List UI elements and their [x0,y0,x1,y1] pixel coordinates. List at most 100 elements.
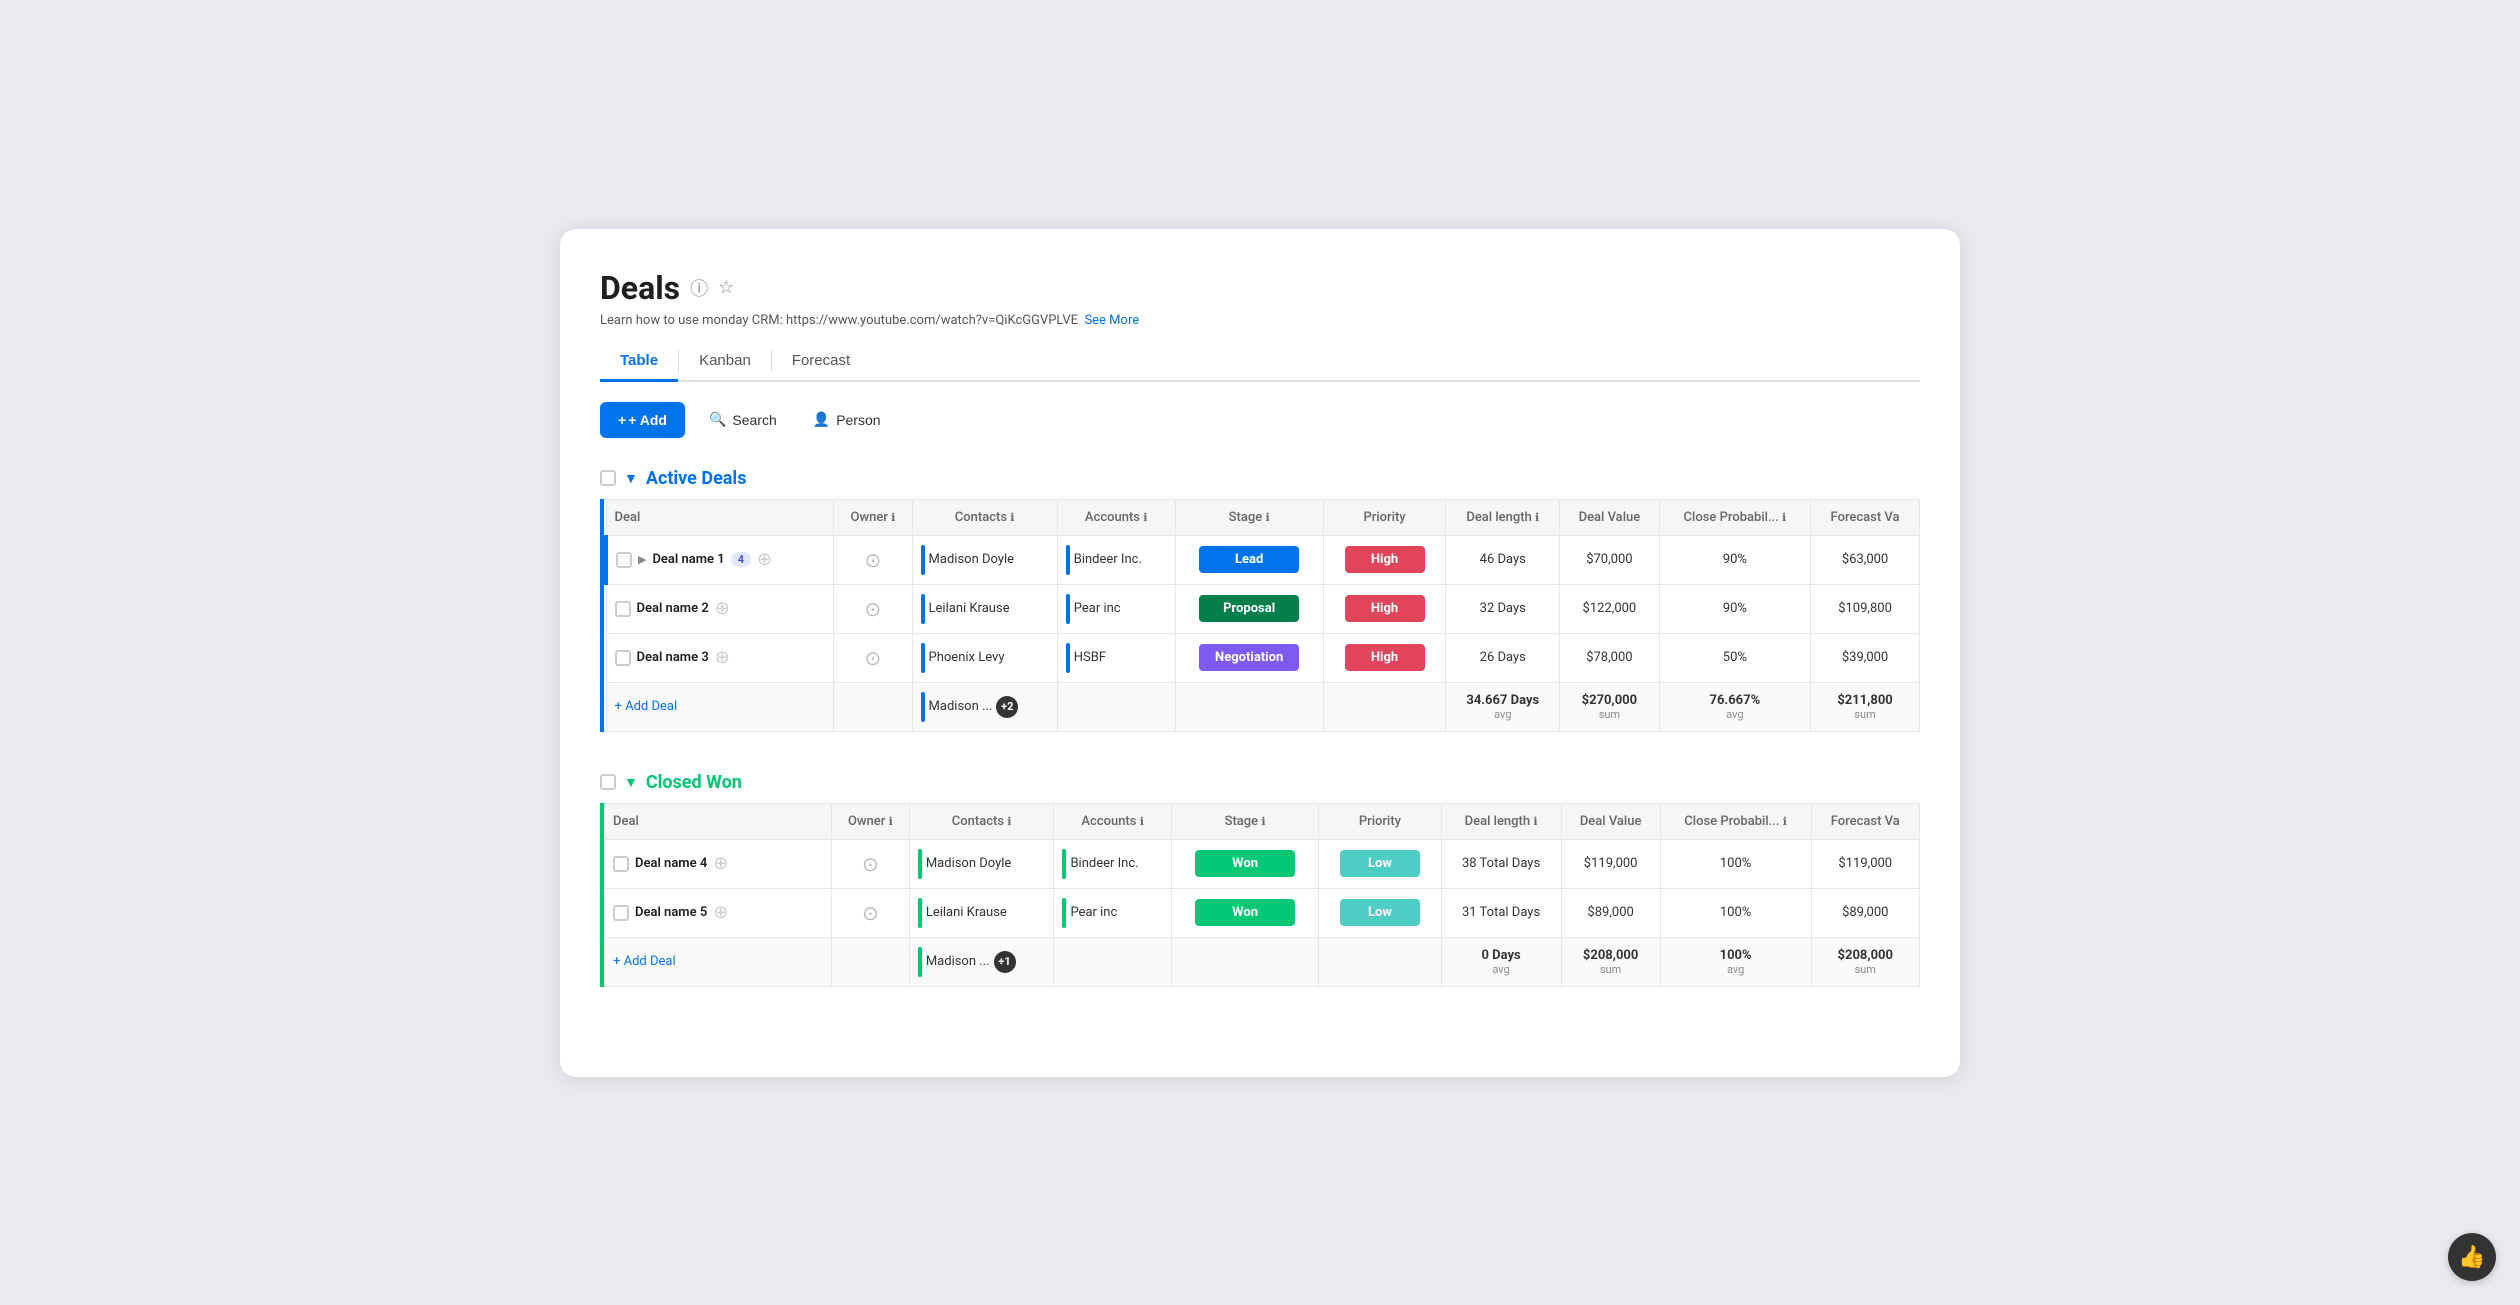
summary-close-prob-cell: 100% avg [1660,937,1811,986]
account-bar [1066,545,1070,575]
summary-accounts-cell [1054,937,1171,986]
add-deal-button[interactable]: + Add Deal [615,699,678,714]
add-contact-icon[interactable]: ⊕ [713,853,728,874]
owner-avatar-icon: ⊙ [862,901,879,925]
summary-close-prob-lbl: avg [1668,708,1802,721]
tab-table[interactable]: Table [600,342,678,382]
search-button[interactable]: 🔍 Search [697,403,789,436]
accounts-cell[interactable]: Pear inc [1054,888,1171,937]
feedback-button[interactable]: 👍 [2448,1233,2496,1281]
deal-cell: Deal name 3 ⊕ [606,633,834,682]
deal-cell: Deal name 2 ⊕ [606,584,834,633]
accounts-cell[interactable]: Pear inc [1057,584,1175,633]
summary-contact-name: Madison ... [929,699,993,714]
active-section-checkbox[interactable] [600,470,616,486]
deal-value-cell: $70,000 [1560,535,1660,584]
star-icon-btn[interactable]: ☆ [718,277,734,298]
deal-value-cell: $122,000 [1560,584,1660,633]
row-checkbox[interactable] [613,856,629,872]
add-contact-icon[interactable]: ⊕ [713,902,728,923]
stage-cell[interactable]: Negotiation [1175,633,1323,682]
deal-name: Deal name 2 [637,601,709,616]
add-contact-icon[interactable]: ⊕ [715,598,730,619]
active-deals-header-row: Deal Owner ℹ Contacts ℹ Accounts ℹ Stage… [606,499,1920,535]
summary-deal-value-lbl: sum [1570,963,1652,976]
owner-cell: ⊙ [834,633,912,682]
closed-section-checkbox[interactable] [600,774,616,790]
stage-cell[interactable]: Won [1171,839,1318,888]
row-expand-icon[interactable]: ▶ [638,553,646,566]
summary-close-prob-lbl: avg [1669,963,1803,976]
summary-deal-length-cell: 34.667 Days avg [1446,682,1560,731]
forecast-val-cell: $119,000 [1811,839,1919,888]
deal-cell: Deal name 5 ⊕ [605,888,832,937]
active-deals-table: Deal Owner ℹ Contacts ℹ Accounts ℹ Stage… [604,499,1920,732]
search-icon: 🔍 [709,411,726,428]
th-accounts: Accounts ℹ [1054,803,1171,839]
tab-kanban[interactable]: Kanban [679,342,771,382]
add-button[interactable]: + + Add [600,402,685,438]
person-filter-button[interactable]: 👤 Person [801,403,893,436]
contacts-cell[interactable]: Phoenix Levy [912,633,1057,682]
add-deal-cell[interactable]: + Add Deal [606,682,834,731]
row-checkbox[interactable] [615,601,631,617]
see-more-link[interactable]: See More [1084,313,1139,328]
forecast-val-cell: $39,000 [1811,633,1920,682]
active-deals-table-wrapper: Deal Owner ℹ Contacts ℹ Accounts ℹ Stage… [600,499,1920,732]
row-checkbox[interactable] [615,650,631,666]
summary-owner-cell [834,682,912,731]
active-chevron-icon[interactable]: ▼ [624,470,638,487]
owner-cell: ⊙ [834,584,912,633]
closed-won-summary-row: + Add Deal Madison ... +1 [605,937,1920,986]
info-icon-btn[interactable]: ⓘ [690,275,708,301]
stage-badge: Won [1195,899,1295,926]
priority-cell[interactable]: High [1323,633,1446,682]
accounts-cell[interactable]: Bindeer Inc. [1054,839,1171,888]
priority-badge: High [1345,546,1425,573]
th-forecast-val: Forecast Va [1811,803,1919,839]
closed-won-section: ▼ Closed Won Deal Owner ℹ Contacts ℹ Acc… [600,772,1920,987]
row-checkbox[interactable] [616,552,632,568]
forecast-val-cell: $109,800 [1811,584,1920,633]
closed-won-table: Deal Owner ℹ Contacts ℹ Accounts ℹ Stage… [604,803,1920,987]
contacts-cell[interactable]: Leilani Krause [909,888,1054,937]
th-owner: Owner ℹ [831,803,909,839]
stage-cell[interactable]: Won [1171,888,1318,937]
add-deal-button[interactable]: + Add Deal [613,954,676,969]
contacts-cell[interactable]: Madison Doyle [912,535,1057,584]
priority-cell[interactable]: Low [1319,839,1441,888]
priority-badge: Low [1340,850,1420,877]
priority-cell[interactable]: Low [1319,888,1441,937]
account-bar [1066,643,1070,673]
row-checkbox[interactable] [613,905,629,921]
stage-cell[interactable]: Lead [1175,535,1323,584]
closed-chevron-icon[interactable]: ▼ [624,774,638,791]
contacts-cell[interactable]: Madison Doyle [909,839,1054,888]
table-row: Deal name 5 ⊕ ⊙ Leilani Krause [605,888,1920,937]
table-row: Deal name 2 ⊕ ⊙ Leilani Krause [606,584,1920,633]
toolbar: + + Add 🔍 Search 👤 Person [600,402,1920,438]
account-name: Bindeer Inc. [1074,552,1142,567]
close-prob-cell: 90% [1659,584,1810,633]
tab-forecast[interactable]: Forecast [772,342,870,382]
th-deal-length: Deal length ℹ [1446,499,1560,535]
add-contact-icon[interactable]: ⊕ [757,549,772,570]
deal-length-cell: 46 Days [1446,535,1560,584]
stage-cell[interactable]: Proposal [1175,584,1323,633]
summary-close-prob-cell: 76.667% avg [1659,682,1810,731]
accounts-cell[interactable]: HSBF [1057,633,1175,682]
add-deal-cell[interactable]: + Add Deal [605,937,832,986]
add-contact-icon[interactable]: ⊕ [715,647,730,668]
tabs-bar: Table Kanban Forecast [600,342,1920,382]
plus-icon: + [618,412,626,428]
page-header: Deals ⓘ ☆ Learn how to use monday CRM: h… [600,269,1920,328]
contacts-cell[interactable]: Leilani Krause [912,584,1057,633]
summary-deal-length-lbl: avg [1450,963,1553,976]
th-deal-length: Deal length ℹ [1441,803,1561,839]
stage-badge: Lead [1199,546,1299,573]
summary-stage-cell [1175,682,1323,731]
accounts-cell[interactable]: Bindeer Inc. [1057,535,1175,584]
priority-cell[interactable]: High [1323,535,1446,584]
priority-cell[interactable]: High [1323,584,1446,633]
active-deals-title: Active Deals [646,468,747,489]
